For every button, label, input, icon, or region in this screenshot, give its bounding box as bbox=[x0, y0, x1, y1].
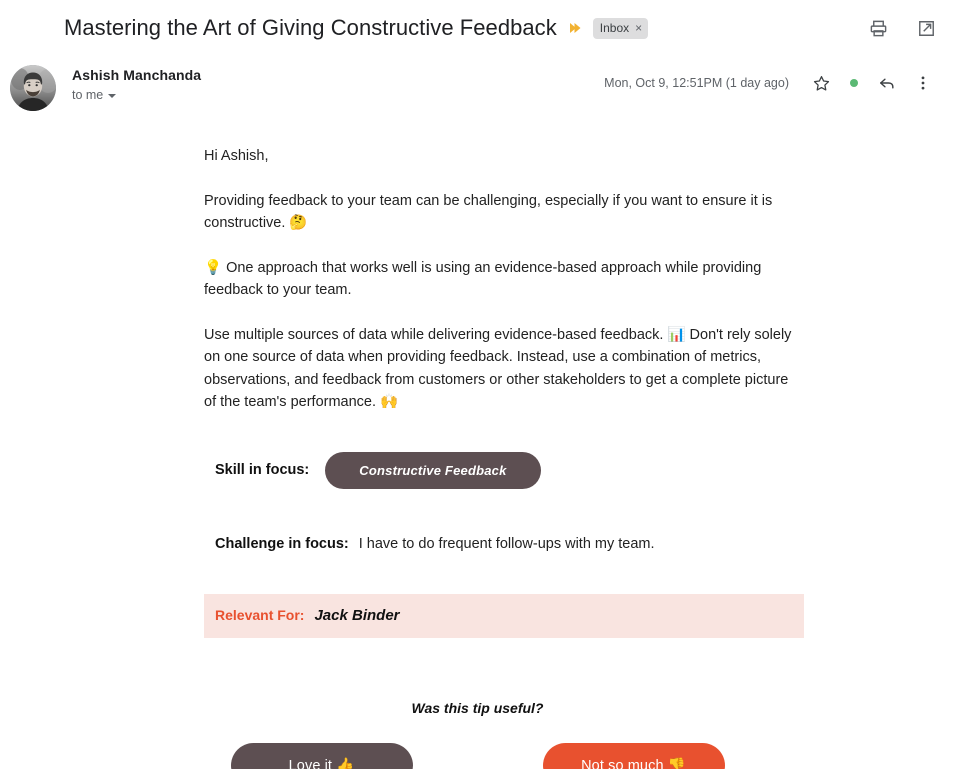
recipient-label: to me bbox=[72, 88, 104, 102]
sender-header-row: Ashish Manchanda to me Mon, Oct 9, 12:51… bbox=[0, 56, 955, 114]
body-paragraph-2: 💡 One approach that works well is using … bbox=[204, 259, 762, 299]
label-chip-inbox[interactable]: Inbox × bbox=[592, 17, 649, 39]
email-body-content: Hi Ashish, Providing feedback to your te… bbox=[204, 114, 804, 552]
sender-meta: Ashish Manchanda to me bbox=[72, 64, 201, 104]
feedback-question: Was this tip useful? bbox=[411, 699, 544, 716]
green-presence-dot bbox=[850, 79, 858, 87]
three-dot-menu-icon[interactable] bbox=[908, 68, 938, 98]
skill-in-focus-pill[interactable]: Constructive Feedback bbox=[325, 451, 541, 489]
printer-icon[interactable] bbox=[863, 13, 893, 43]
relevant-for-label: Relevant For: bbox=[215, 606, 305, 623]
not-so-much-button[interactable]: Not so much 👎 bbox=[542, 742, 725, 769]
message-actions: Mon, Oct 9, 12:51PM (1 day ago) bbox=[604, 68, 941, 98]
skill-in-focus-label: Skill in focus: bbox=[215, 462, 310, 478]
body-paragraph-1: Providing feedback to your team can be c… bbox=[204, 192, 773, 232]
reply-arrow-icon[interactable] bbox=[872, 68, 902, 98]
message-timestamp: Mon, Oct 9, 12:51PM (1 day ago) bbox=[604, 76, 789, 90]
email-body: Hi Ashish, Providing feedback to your te… bbox=[0, 114, 955, 769]
open-in-new-window-icon[interactable] bbox=[911, 13, 941, 43]
feedback-buttons: Love it 👍 Not so much 👎 bbox=[0, 742, 955, 769]
skill-in-focus-row: Skill in focus: Constructive Feedback bbox=[215, 451, 804, 489]
label-chip-text: Inbox bbox=[599, 20, 630, 35]
love-it-button[interactable]: Love it 👍 bbox=[230, 742, 413, 769]
challenge-in-focus-row: Challenge in focus: I have to do frequen… bbox=[215, 536, 804, 552]
avatar[interactable] bbox=[10, 65, 56, 111]
relevant-for-name: Jack Binder bbox=[314, 606, 400, 624]
star-outline-icon[interactable] bbox=[806, 68, 836, 98]
chevron-down-icon[interactable] bbox=[108, 94, 117, 98]
close-icon[interactable]: × bbox=[635, 22, 642, 34]
challenge-in-focus-label: Challenge in focus: bbox=[215, 535, 349, 552]
body-paragraph-3: Use multiple sources of data while deliv… bbox=[204, 326, 792, 411]
recipient-details-toggle[interactable]: to me bbox=[72, 88, 117, 102]
challenge-in-focus-value: I have to do frequent follow-ups with my… bbox=[358, 535, 655, 552]
body-greeting: Hi Ashish, bbox=[204, 148, 269, 164]
page-title: Mastering the Art of Giving Constructive… bbox=[64, 15, 557, 40]
sender-name: Ashish Manchanda bbox=[72, 67, 202, 83]
relevant-for-banner: Relevant For: Jack Binder bbox=[204, 593, 804, 638]
double-chevron-right-icon[interactable] bbox=[568, 21, 582, 35]
feedback-section: Was this tip useful? Love it 👍 Not so mu… bbox=[0, 700, 955, 769]
email-subject-header: Mastering the Art of Giving Constructive… bbox=[0, 0, 955, 56]
subject-actions bbox=[863, 13, 941, 43]
